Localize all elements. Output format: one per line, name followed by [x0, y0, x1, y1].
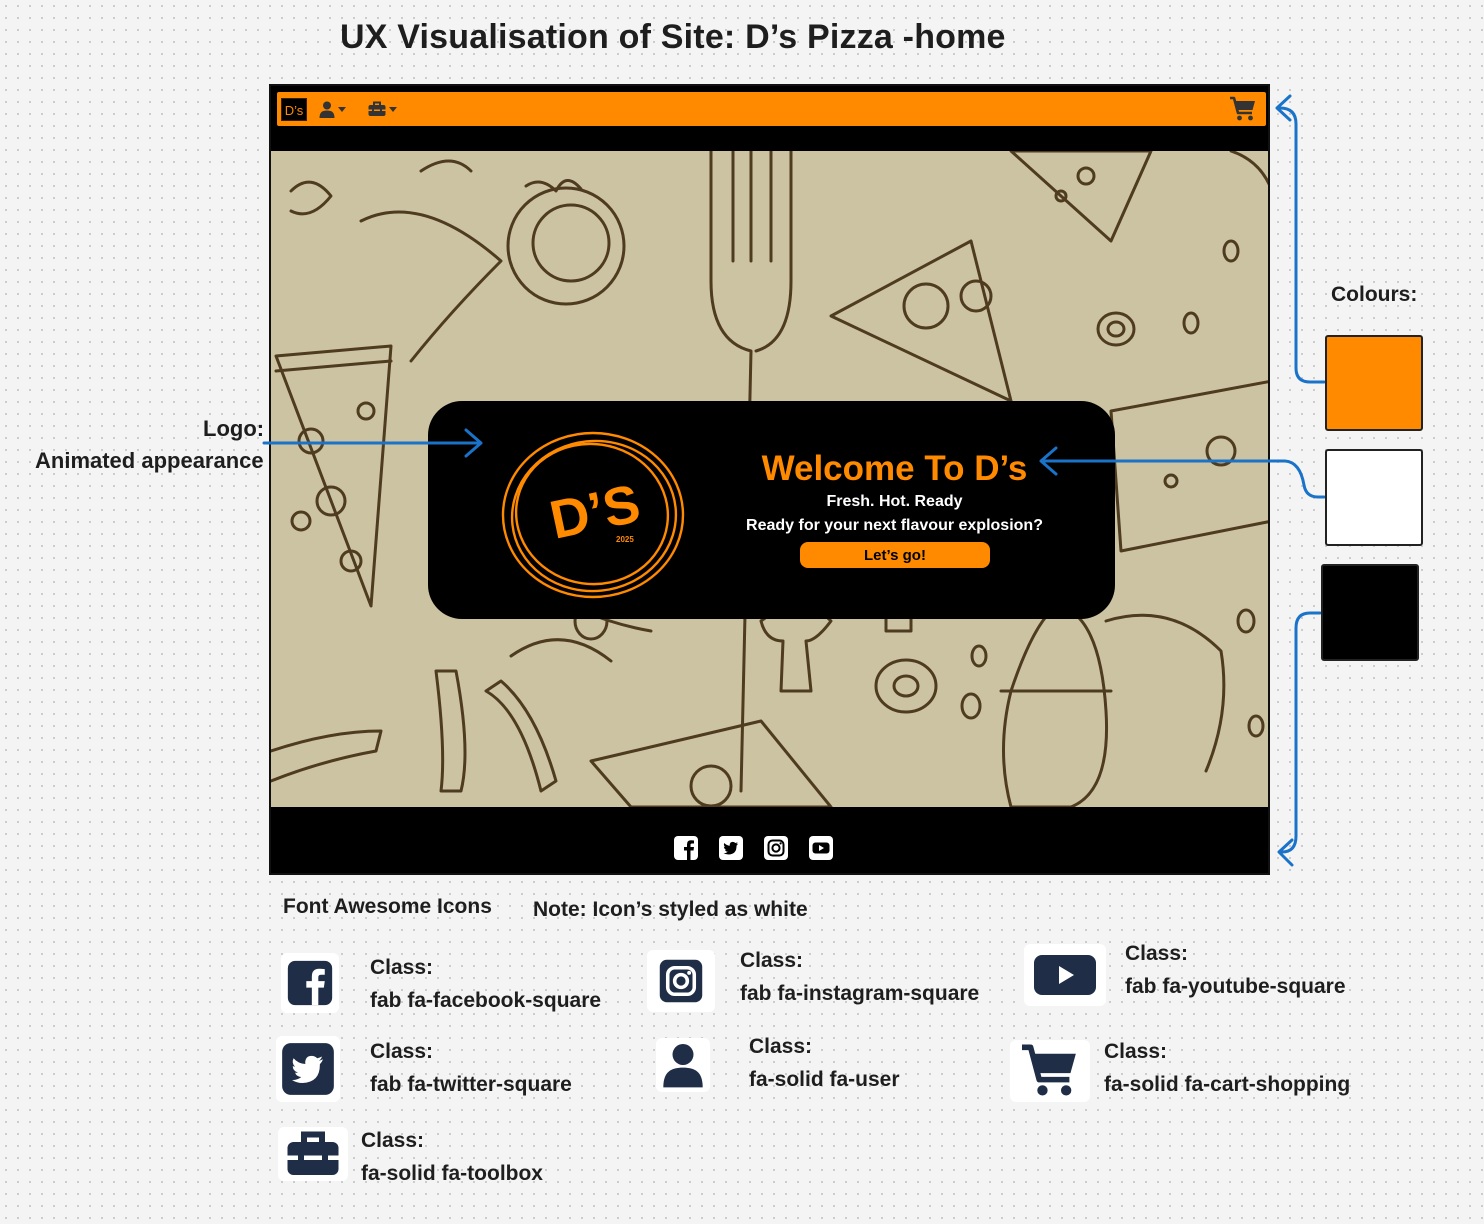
- twitter-class-value: fab fa-twitter-square: [370, 1073, 572, 1096]
- youtube-class-label: Class:: [1125, 942, 1189, 965]
- twitter-square-ref: [276, 1036, 340, 1102]
- black-swatch: [1321, 564, 1419, 661]
- logo-annotation-label: Logo:: [203, 416, 265, 441]
- toolbox-class-label: Class:: [361, 1129, 425, 1152]
- youtube-class-value: fab fa-youtube-square: [1125, 975, 1346, 998]
- twitter-class-label: Class:: [370, 1040, 434, 1063]
- user-class-value: fa-solid fa-user: [749, 1068, 900, 1091]
- facebook-class-value: fab fa-facebook-square: [370, 989, 602, 1012]
- icons-heading: Font Awesome Icons: [283, 895, 492, 918]
- logo-annotation-description: Animated appearance: [35, 448, 264, 473]
- cart-shopping-icon: [1022, 1044, 1076, 1096]
- instagram-class-value: fab fa-instagram-square: [740, 982, 980, 1005]
- youtube-square-ref: [1024, 944, 1106, 1006]
- icons-note: Note: Icon’s styled as white: [533, 898, 808, 921]
- user-icon: [663, 1044, 703, 1088]
- toolbox-ref: [278, 1127, 348, 1181]
- instagram-square-icon: [659, 959, 703, 1003]
- facebook-square-ref: [281, 953, 339, 1013]
- instagram-class-label: Class:: [740, 949, 804, 972]
- facebook-square-icon: [287, 960, 333, 1006]
- white-swatch: [1325, 449, 1423, 546]
- youtube-square-icon: [1034, 955, 1096, 995]
- cart-class-value: fa-solid fa-cart-shopping: [1104, 1073, 1351, 1096]
- annotation-arrows: [262, 94, 1326, 867]
- cart-class-label: Class:: [1104, 1040, 1168, 1063]
- colours-label: Colours:: [1331, 283, 1418, 306]
- user-ref: [656, 1038, 710, 1092]
- cart-shopping-ref: [1010, 1040, 1090, 1102]
- instagram-square-ref: [647, 950, 715, 1012]
- facebook-class-label: Class:: [370, 956, 434, 979]
- orange-swatch: [1325, 335, 1423, 431]
- user-class-label: Class:: [749, 1035, 813, 1058]
- toolbox-class-value: fa-solid fa-toolbox: [361, 1162, 543, 1185]
- twitter-square-icon: [282, 1043, 334, 1095]
- toolbox-icon: [287, 1131, 339, 1175]
